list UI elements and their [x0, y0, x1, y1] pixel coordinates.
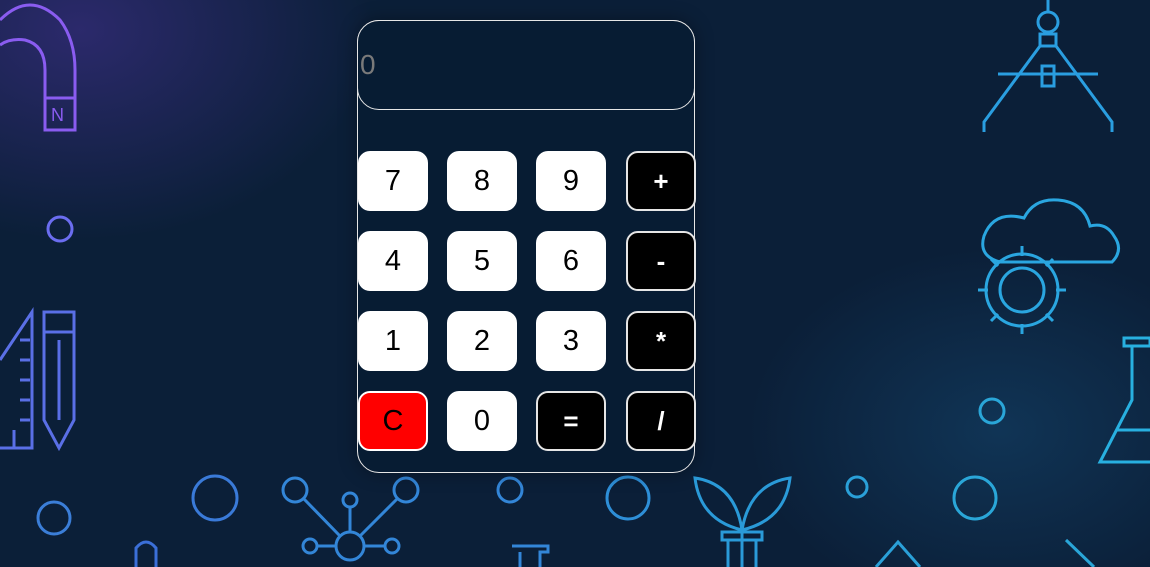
- key-9-button[interactable]: 9: [536, 151, 606, 211]
- equals-button[interactable]: =: [536, 391, 606, 451]
- ruler-pencil-icon: [0, 312, 74, 448]
- circle-icon: [607, 477, 649, 519]
- add-button[interactable]: +: [626, 151, 696, 211]
- triangle-icon: [876, 542, 920, 567]
- multiply-button[interactable]: *: [626, 311, 696, 371]
- key-3-button[interactable]: 3: [536, 311, 606, 371]
- small-circle-icon: [980, 399, 1004, 423]
- small-circle-icon: [48, 217, 72, 241]
- plant-icon: [695, 478, 790, 567]
- key-6-button[interactable]: 6: [536, 231, 606, 291]
- key-5-button[interactable]: 5: [447, 231, 517, 291]
- key-7-button[interactable]: 7: [358, 151, 428, 211]
- molecule-icon: [283, 478, 418, 560]
- small-circle-icon: [38, 502, 70, 534]
- subtract-button[interactable]: -: [626, 231, 696, 291]
- flask-icon: [1100, 338, 1150, 462]
- key-0-button[interactable]: 0: [447, 391, 517, 451]
- circle-icon: [954, 477, 996, 519]
- calculator: 7 8 9 + 4 5 6 - 1 2 3 * C 0 = /: [357, 20, 696, 473]
- key-1-button[interactable]: 1: [358, 311, 428, 371]
- test-tube-icon: [512, 546, 548, 567]
- key-4-button[interactable]: 4: [358, 231, 428, 291]
- calculator-display: [357, 20, 695, 110]
- display-input[interactable]: [360, 49, 680, 81]
- circle-icon: [193, 476, 237, 520]
- magnet-icon: N: [0, 5, 75, 130]
- arrow-partial-icon: [1066, 540, 1094, 567]
- small-circle-icon: [847, 477, 867, 497]
- flask-partial-icon: [136, 542, 156, 567]
- cloud-gear-icon: [978, 200, 1119, 334]
- divide-button[interactable]: /: [626, 391, 696, 451]
- clear-button[interactable]: C: [358, 391, 428, 451]
- compass-icon: [984, 0, 1112, 132]
- key-8-button[interactable]: 8: [447, 151, 517, 211]
- small-circle-icon: [498, 478, 522, 502]
- key-2-button[interactable]: 2: [447, 311, 517, 371]
- magnet-n-label: N: [51, 105, 64, 125]
